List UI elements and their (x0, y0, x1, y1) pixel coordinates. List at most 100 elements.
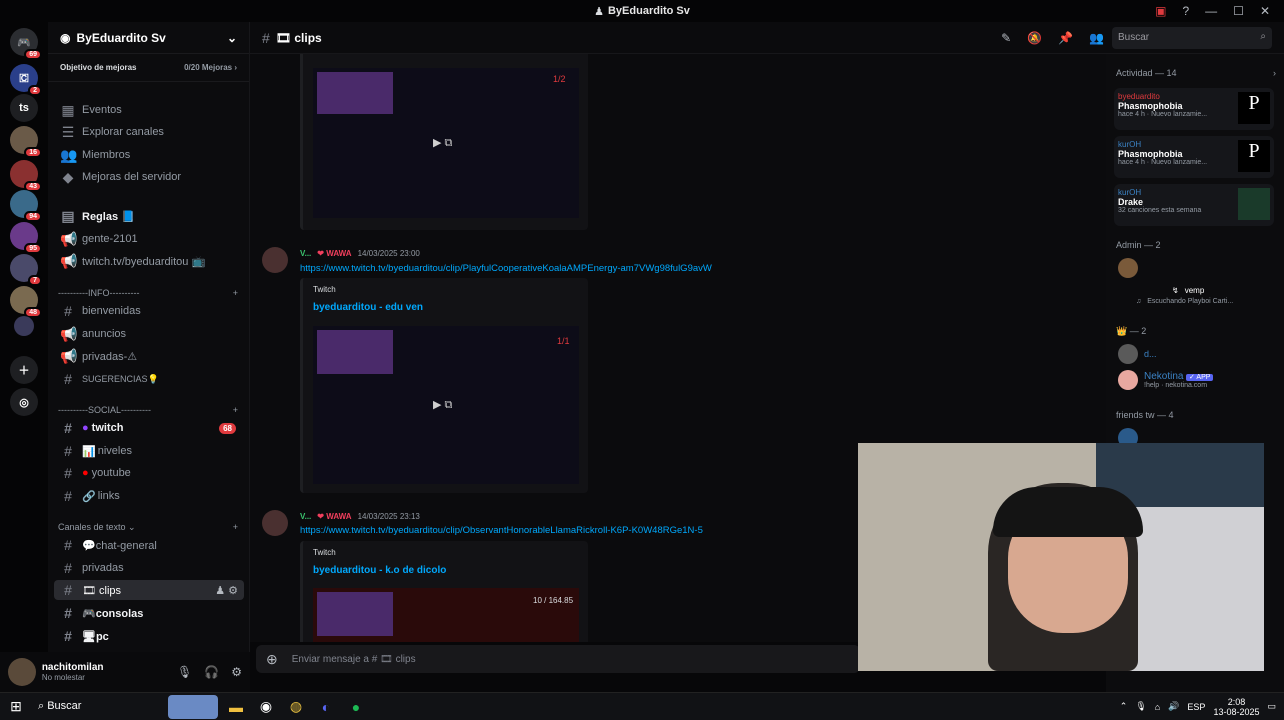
member-row[interactable]: d... (1118, 344, 1157, 364)
clip-thumbnail[interactable]: 1/2 ▶ ⧉ (313, 68, 579, 218)
activity-card[interactable]: kurOH Phasmophobia hace 4 h · Nuevo lanz… (1114, 136, 1274, 178)
mic-tray-icon[interactable]: 🎙 (1135, 701, 1146, 712)
menu-mejoras[interactable]: ◆ Mejoras del servidor (54, 167, 244, 187)
author-name[interactable]: V... (300, 249, 311, 258)
explore-icon[interactable]: ◎ (10, 388, 38, 416)
server-icon-active[interactable]: 48 (10, 286, 42, 318)
channel-privadas[interactable]: # privadas (54, 558, 244, 578)
plus-icon[interactable]: + (233, 522, 238, 533)
menu-eventos[interactable]: ▦ Eventos (54, 100, 244, 120)
channel-twitch[interactable]: # ● twitch 68 (54, 418, 244, 438)
channel-pc[interactable]: # 🖥pc (54, 626, 244, 646)
channel-clips[interactable]: # 🎞 clips ♟ ⚙ (54, 580, 244, 600)
home-button[interactable]: 🎮 69 (10, 28, 42, 60)
plus-icon[interactable]: + (233, 405, 238, 415)
inbox-icon[interactable]: ▣ (1155, 4, 1166, 18)
server-icon[interactable]: 95 (10, 222, 42, 254)
spotify-icon[interactable]: ● (344, 695, 368, 719)
clip-thumbnail[interactable]: 10 / 164.85 (313, 588, 579, 642)
channel-label: twitch.tv/byeduarditou 📺 (82, 255, 206, 268)
embed-title[interactable]: byeduarditou - k.o de dicolo (313, 565, 446, 576)
message-link[interactable]: https://www.twitch.tv/byeduarditou/clip/… (300, 263, 712, 274)
plus-icon[interactable]: + (233, 288, 238, 298)
menu-label: Mejoras del servidor (82, 171, 182, 183)
category-social[interactable]: ----------SOCIAL---------- + (58, 405, 238, 415)
message-link[interactable]: https://www.twitch.tv/byeduarditou/clip/… (300, 525, 703, 536)
channel-settings-icon[interactable]: ♟ ⚙ (215, 584, 238, 597)
channel-bienvenidas[interactable]: # bienvenidas (54, 301, 244, 321)
notifications-icon[interactable]: 🔕 (1027, 31, 1042, 45)
headphones-icon[interactable]: 🎧 (204, 665, 219, 679)
channel-gente[interactable]: 📢 gente-2101 (54, 229, 244, 249)
message-composer[interactable]: ⊕ Enviar mensaje a # 🎞 clips (256, 645, 860, 673)
obs-icon[interactable]: ◉ (254, 695, 278, 719)
embed-title[interactable]: byeduarditou - edu ven (313, 302, 423, 313)
channel-reglas[interactable]: ▤ Reglas 📘 (54, 206, 244, 226)
settings-icon[interactable]: ⚙ (231, 665, 242, 679)
person-cap (993, 487, 1143, 537)
boost-goal[interactable]: Objetivo de mejoras 0/20 Mejoras › (48, 54, 249, 82)
channel-sugerencias[interactable]: # SUGERENCIAS💡 (54, 369, 244, 389)
channel-chat-general[interactable]: # 💬chat-general (54, 535, 244, 555)
server-icon[interactable] (14, 316, 34, 336)
channel-consolas[interactable]: # 🎮consolas (54, 603, 244, 623)
discord-taskbar-icon[interactable]: ◐ (314, 695, 338, 719)
server-header[interactable]: ◉ ByEduardito Sv ⌄ (48, 22, 249, 54)
server-icon[interactable]: 16 (10, 126, 42, 158)
chrome-icon[interactable]: ◍ (284, 695, 308, 719)
channel-privadas-warn[interactable]: 📢 privadas-⚠ (54, 346, 244, 366)
notification-icon[interactable]: ▭ (1267, 701, 1276, 712)
channel-links[interactable]: # 🔗 links (54, 486, 244, 506)
maximize-button[interactable]: ☐ (1233, 4, 1244, 18)
activity-card[interactable]: byeduardito Phasmophobia hace 4 h · Nuev… (1114, 88, 1274, 130)
member-name[interactable]: ↯ vemp (1172, 286, 1204, 295)
server-icon[interactable]: 43 (10, 160, 42, 192)
volume-icon[interactable]: 🔊 (1168, 701, 1179, 712)
author-name[interactable]: V... (300, 512, 311, 521)
calendar-icon: ▦ (61, 101, 75, 118)
server-icon-ts[interactable]: ts (10, 94, 38, 122)
play-icon[interactable]: ▶ ⧉ (433, 398, 463, 414)
search-input[interactable]: Buscar ⌕ (1112, 27, 1272, 49)
category-text[interactable]: Canales de texto ⌄ + (58, 522, 238, 533)
menu-miembros[interactable]: 👥 Miembros (54, 145, 244, 165)
server-icon[interactable]: 94 (10, 190, 42, 222)
network-icon[interactable]: ⌂ (1155, 702, 1160, 712)
server-icon[interactable]: 7 (10, 254, 42, 286)
avatar[interactable] (262, 247, 288, 273)
avatar[interactable] (262, 510, 288, 536)
avatar[interactable] (8, 658, 36, 686)
category-info[interactable]: ----------INFO---------- + (58, 288, 238, 298)
server-icon[interactable]: 🇨 2 (10, 64, 42, 96)
channel-anuncios[interactable]: 📢 anuncios (54, 324, 244, 344)
taskbar-search[interactable]: ⌕ Buscar (38, 700, 168, 713)
minimize-button[interactable]: — (1205, 4, 1217, 18)
clip-thumbnail[interactable]: 1/1 ▶ ⧉ (313, 326, 579, 484)
chevron-up-icon[interactable]: ⌃ (1120, 701, 1128, 712)
clock[interactable]: 2:08 13-08-2025 (1213, 697, 1259, 717)
pin-icon[interactable]: 📌 (1058, 31, 1073, 45)
members-list-icon[interactable]: 👥 (1089, 31, 1104, 45)
add-server-icon[interactable]: ＋ (10, 356, 38, 384)
activity-card[interactable]: kurOH Drake 32 canciones esta semana (1114, 184, 1274, 226)
widgets-icon[interactable] (168, 694, 218, 719)
play-icon[interactable]: ▶ ⧉ (433, 136, 463, 152)
member-activity: !help · nekotina.com (1144, 382, 1208, 389)
language-indicator[interactable]: ESP (1187, 702, 1205, 712)
channel-twitch-tv[interactable]: 📢 twitch.tv/byeduarditou 📺 (54, 251, 244, 271)
member-row[interactable] (1118, 258, 1138, 278)
windows-start-icon[interactable]: ⊞ (4, 695, 28, 719)
close-button[interactable]: ✕ (1260, 4, 1270, 18)
member-row[interactable]: Nekotina ✓ APP !help · nekotina.com (1118, 370, 1214, 390)
channel-youtube[interactable]: # ● youtube (54, 463, 244, 483)
menu-explorar[interactable]: ☰ Explorar canales (54, 122, 244, 142)
help-icon[interactable]: ? (1182, 4, 1189, 18)
chevron-right-icon[interactable]: › (1273, 68, 1276, 78)
hash-icon: # (64, 371, 72, 387)
channel-niveles[interactable]: # 📊 niveles (54, 441, 244, 461)
microphone-icon[interactable]: 🎙 (177, 665, 192, 679)
threads-icon[interactable]: ✎ (1001, 31, 1011, 45)
file-explorer-icon[interactable]: ▬ (224, 695, 248, 719)
add-attachment-icon[interactable]: ⊕ (266, 651, 278, 668)
system-tray: ⌃ 🎙 ⌂ 🔊 ESP 2:08 13-08-2025 ▭ (1120, 697, 1276, 717)
